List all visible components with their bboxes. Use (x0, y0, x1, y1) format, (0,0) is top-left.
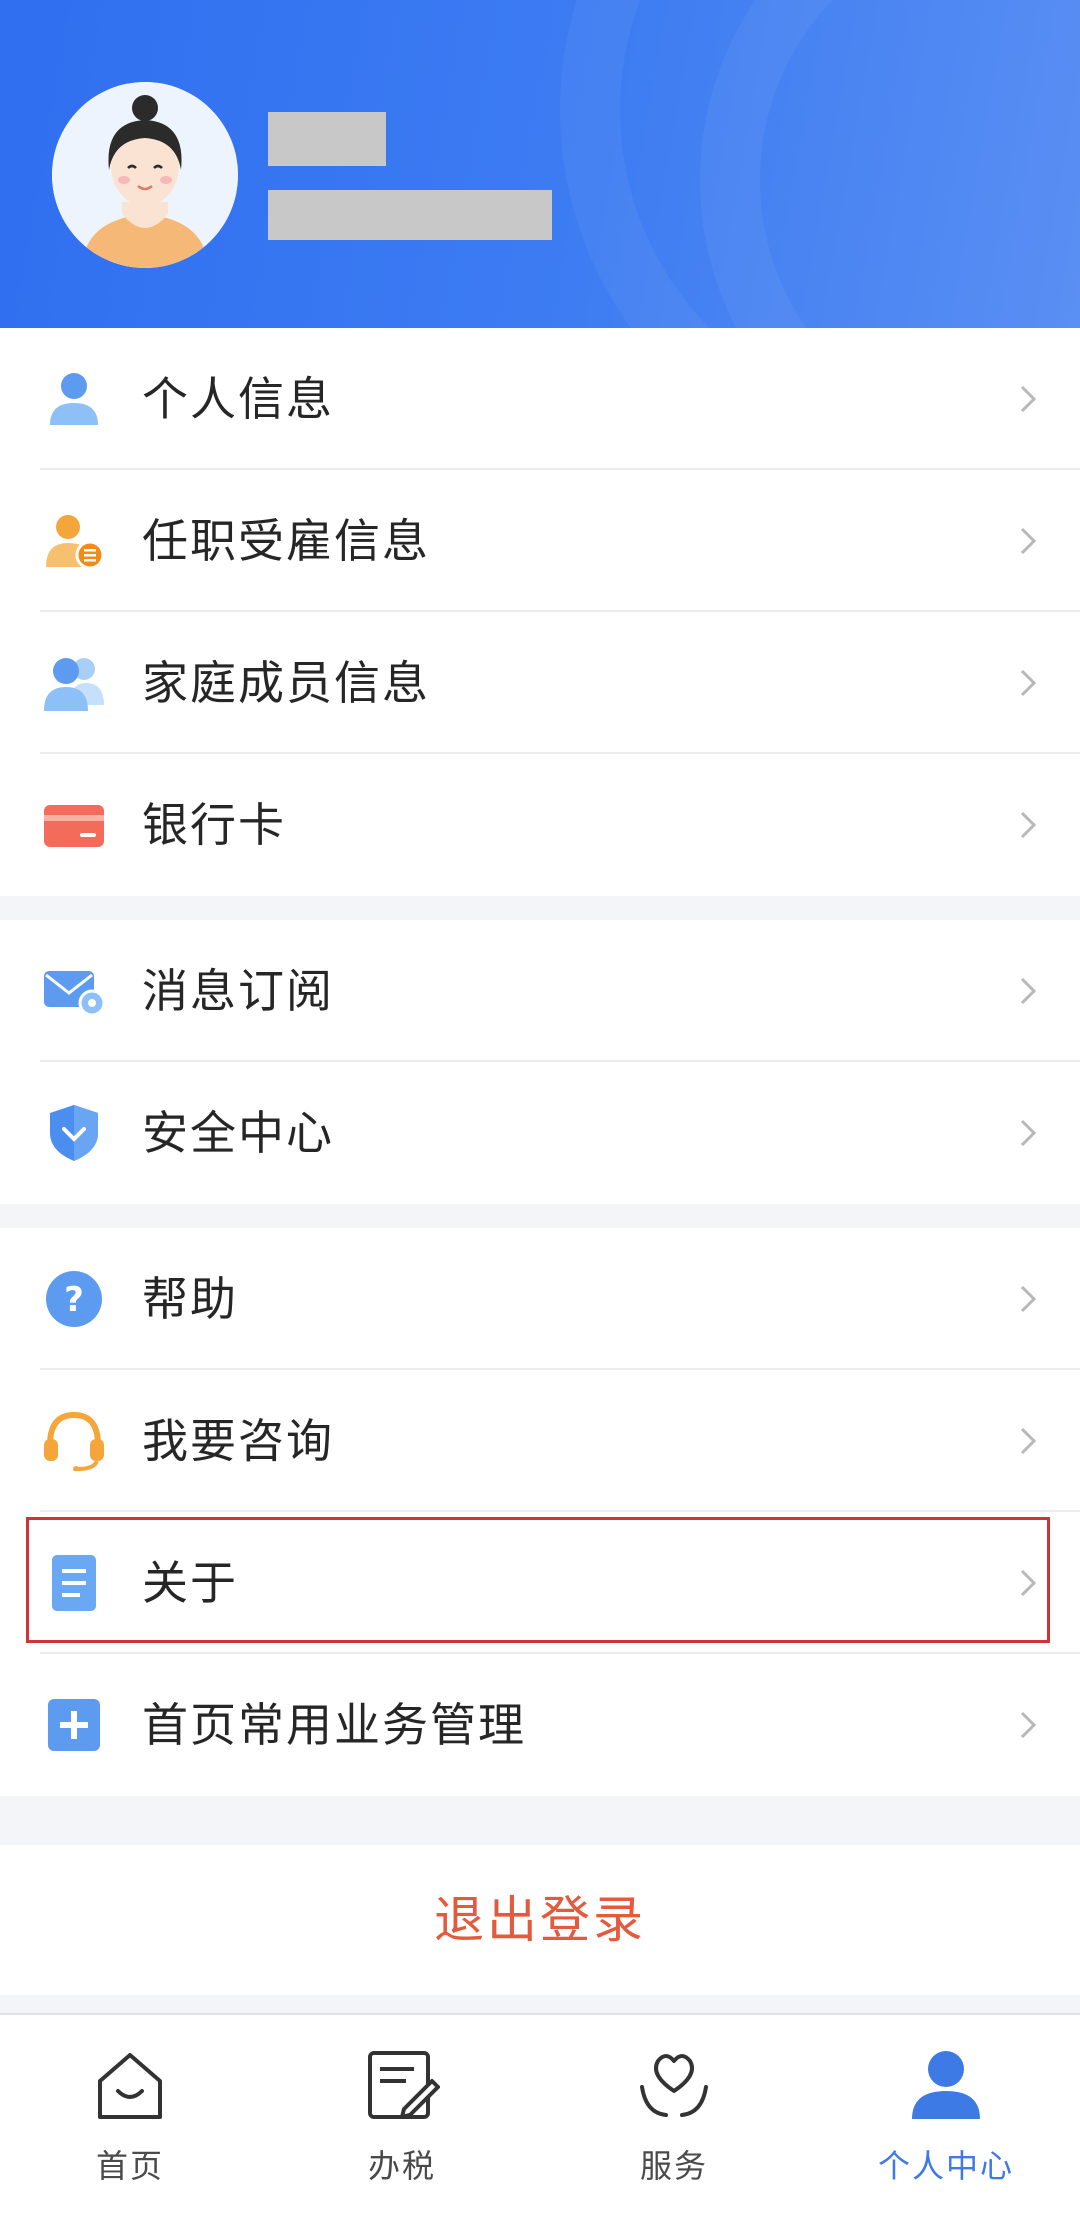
menu-item-label: 个人信息 (142, 372, 334, 426)
chevron-right-icon (1020, 1711, 1037, 1739)
bank-card-icon (42, 795, 106, 855)
employment-icon (42, 511, 106, 571)
menu-section-settings: 消息订阅 安全中心 (0, 920, 1080, 1204)
document-icon (42, 1553, 106, 1613)
menu-section-support: ? 帮助 我要咨询 关于 首页常用业务管理 (0, 1228, 1080, 1796)
shield-icon (42, 1103, 106, 1163)
tab-home[interactable]: 首页 (30, 2037, 230, 2217)
chevron-right-icon (1020, 1119, 1037, 1147)
menu-item-family-info[interactable]: 家庭成员信息 (0, 612, 1080, 754)
chevron-right-icon (1020, 1427, 1037, 1455)
help-icon: ? (42, 1269, 106, 1329)
chevron-right-icon (1020, 1285, 1037, 1313)
menu-item-label: 帮助 (142, 1272, 238, 1326)
bottom-tab-bar: 首页 办税 服务 个人中心 (0, 2013, 1080, 2227)
mail-settings-icon (42, 961, 106, 1021)
plus-icon (42, 1695, 106, 1755)
home-icon (98, 2053, 162, 2119)
headset-icon (42, 1411, 106, 1472)
menu-item-employment-info[interactable]: 任职受雇信息 (0, 470, 1080, 612)
tab-label: 服务 (639, 2147, 708, 2185)
chevron-right-icon (1020, 527, 1037, 555)
menu-item-label: 银行卡 (142, 798, 286, 852)
chevron-right-icon (1020, 811, 1037, 839)
menu-item-label: 消息订阅 (142, 964, 334, 1018)
tab-label: 办税 (367, 2147, 436, 2185)
chevron-right-icon (1020, 669, 1037, 697)
user-name-redacted (268, 112, 386, 166)
logout-button[interactable]: 退出登录 (0, 1845, 1080, 1995)
menu-section-account: 个人信息 任职受雇信息 家庭成员信息 银行卡 (0, 328, 1080, 896)
menu-item-bank-card[interactable]: 银行卡 (0, 754, 1080, 896)
tab-service[interactable]: 服务 (574, 2037, 774, 2217)
menu-item-label: 我要咨询 (142, 1414, 334, 1468)
menu-item-label: 首页常用业务管理 (142, 1698, 526, 1752)
menu-item-message-subscription[interactable]: 消息订阅 (0, 920, 1080, 1062)
profile-header (0, 0, 1080, 328)
menu-item-personal-info[interactable]: 个人信息 (0, 328, 1080, 470)
user-center-icon (912, 2051, 980, 2119)
tab-label: 首页 (95, 2147, 164, 2185)
chevron-right-icon (1020, 977, 1037, 1005)
menu-item-label: 关于 (142, 1556, 238, 1610)
menu-item-security-center[interactable]: 安全中心 (0, 1062, 1080, 1204)
menu-item-home-business-management[interactable]: 首页常用业务管理 (0, 1654, 1080, 1796)
menu-item-label: 家庭成员信息 (142, 656, 430, 710)
menu-item-label: 安全中心 (142, 1106, 334, 1160)
menu-item-about[interactable]: 关于 (0, 1512, 1080, 1654)
user-id-redacted (268, 190, 552, 240)
avatar[interactable] (52, 82, 238, 268)
family-icon (42, 653, 106, 713)
tab-user-center[interactable]: 个人中心 (846, 2037, 1046, 2217)
menu-item-consultation[interactable]: 我要咨询 (0, 1370, 1080, 1512)
tab-tax[interactable]: 办税 (302, 2037, 502, 2217)
tab-label: 个人中心 (877, 2147, 1014, 2185)
service-heart-icon (640, 2054, 708, 2117)
chevron-right-icon (1020, 385, 1037, 413)
menu-item-label: 任职受雇信息 (142, 514, 430, 568)
tax-edit-icon (368, 2051, 440, 2119)
menu-item-help[interactable]: ? 帮助 (0, 1228, 1080, 1370)
chevron-right-icon (1020, 1569, 1037, 1597)
svg-text:?: ? (64, 1280, 84, 1320)
person-icon (42, 369, 106, 429)
